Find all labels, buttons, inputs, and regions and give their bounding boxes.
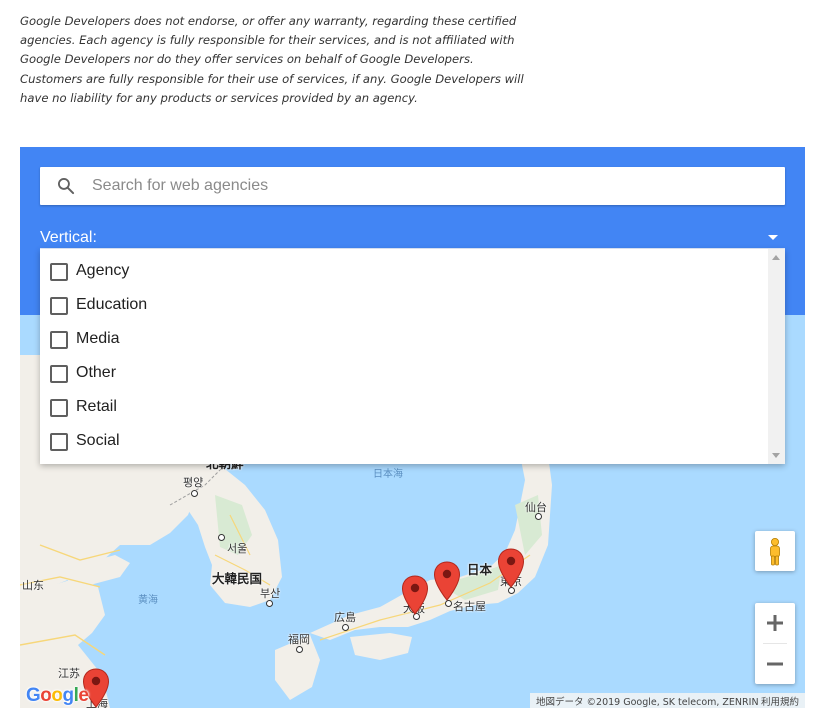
disclaimer-line: agencies. Each agency is fully responsib… (20, 33, 515, 48)
filter-option-social[interactable]: Social (40, 427, 768, 461)
pegman-icon (770, 538, 780, 566)
map-label-jiangsu: 江苏 (58, 667, 80, 680)
filter-option-label: Education (76, 296, 148, 313)
disclaimer-line: Google Developers does not endorse, or o… (20, 14, 517, 28)
zoom-out-button[interactable] (755, 644, 795, 684)
filter-option-other[interactable]: Other (40, 359, 768, 393)
map-label-busan: 부산 (260, 587, 281, 600)
map-city-dot (535, 513, 542, 520)
dropdown-scrollbar[interactable] (768, 249, 785, 464)
google-logo[interactable]: Google (26, 685, 89, 707)
map-label-seoul: 서울 (227, 542, 248, 555)
vertical-filter-label[interactable]: Vertical: (40, 229, 97, 247)
map-city-dot (296, 646, 303, 653)
scroll-down-arrow-icon[interactable] (772, 453, 780, 458)
dropdown-arrow-icon[interactable] (768, 235, 778, 240)
map-label-hiroshima: 広島 (334, 611, 356, 624)
search-input[interactable] (92, 167, 772, 205)
vertical-filter-dropdown: Agency Education Media Other Retail Soci… (40, 249, 785, 464)
attribution-text: 地図データ ©2019 Google, SK telecom, ZENRIN (536, 697, 759, 708)
map-label-japan: 日本 (467, 562, 493, 577)
search-box (40, 167, 785, 205)
map-city-dot (508, 587, 515, 594)
street-view-pegman-button[interactable] (755, 531, 795, 571)
filter-option-agency[interactable]: Agency (40, 257, 768, 291)
checkbox[interactable] (50, 263, 68, 281)
disclaimer-line: have no liability for any products or se… (20, 90, 418, 105)
map-city-dot (342, 624, 349, 631)
filter-option-label: Agency (76, 262, 130, 279)
checkbox[interactable] (50, 297, 68, 315)
plus-icon (767, 615, 783, 631)
filter-option-label: Media (76, 330, 120, 347)
map-marker-tokyo[interactable] (497, 548, 525, 588)
zoom-control (755, 603, 795, 684)
map-city-dot (191, 490, 198, 497)
filter-option-education[interactable]: Education (40, 291, 768, 325)
map-marker-osaka[interactable] (401, 575, 429, 615)
terms-link[interactable]: 利用規約 (761, 694, 799, 708)
map-city-dot (218, 534, 225, 541)
filter-option-media[interactable]: Media (40, 325, 768, 359)
minus-icon (767, 662, 783, 666)
map-city-dot (445, 600, 452, 607)
map-label-shandong: 山东 (22, 579, 44, 592)
checkbox[interactable] (50, 433, 68, 451)
disclaimer-text: Google Developers does not endorse, or o… (20, 12, 525, 108)
zoom-in-button[interactable] (755, 603, 795, 643)
checkbox[interactable] (50, 399, 68, 417)
map-label-fukuoka: 福岡 (288, 633, 310, 646)
filter-option-label: Social (76, 432, 120, 449)
scroll-up-arrow-icon[interactable] (772, 255, 780, 260)
map-label-pyongyang: 평양 (183, 476, 204, 489)
map-label-south-korea: 大韓民国 (212, 571, 263, 586)
map-marker-nagoya[interactable] (433, 561, 461, 601)
filter-option-retail[interactable]: Retail (40, 393, 768, 427)
map-city-dot (266, 600, 273, 607)
filter-option-label: Other (76, 364, 117, 381)
disclaimer-line: Customers are fully responsible for thei… (20, 71, 524, 86)
map-label-sea-of-japan: 日本海 (373, 469, 403, 480)
checkbox[interactable] (50, 331, 68, 349)
filter-option-label: Retail (76, 398, 117, 415)
map-label-yellow-sea: 黄海 (138, 595, 158, 606)
search-icon (58, 178, 75, 195)
disclaimer-line: Google Developers nor do they offer serv… (20, 52, 474, 67)
checkbox[interactable] (50, 365, 68, 383)
map-attribution: 地図データ ©2019 Google, SK telecom, ZENRIN 利… (530, 693, 805, 708)
